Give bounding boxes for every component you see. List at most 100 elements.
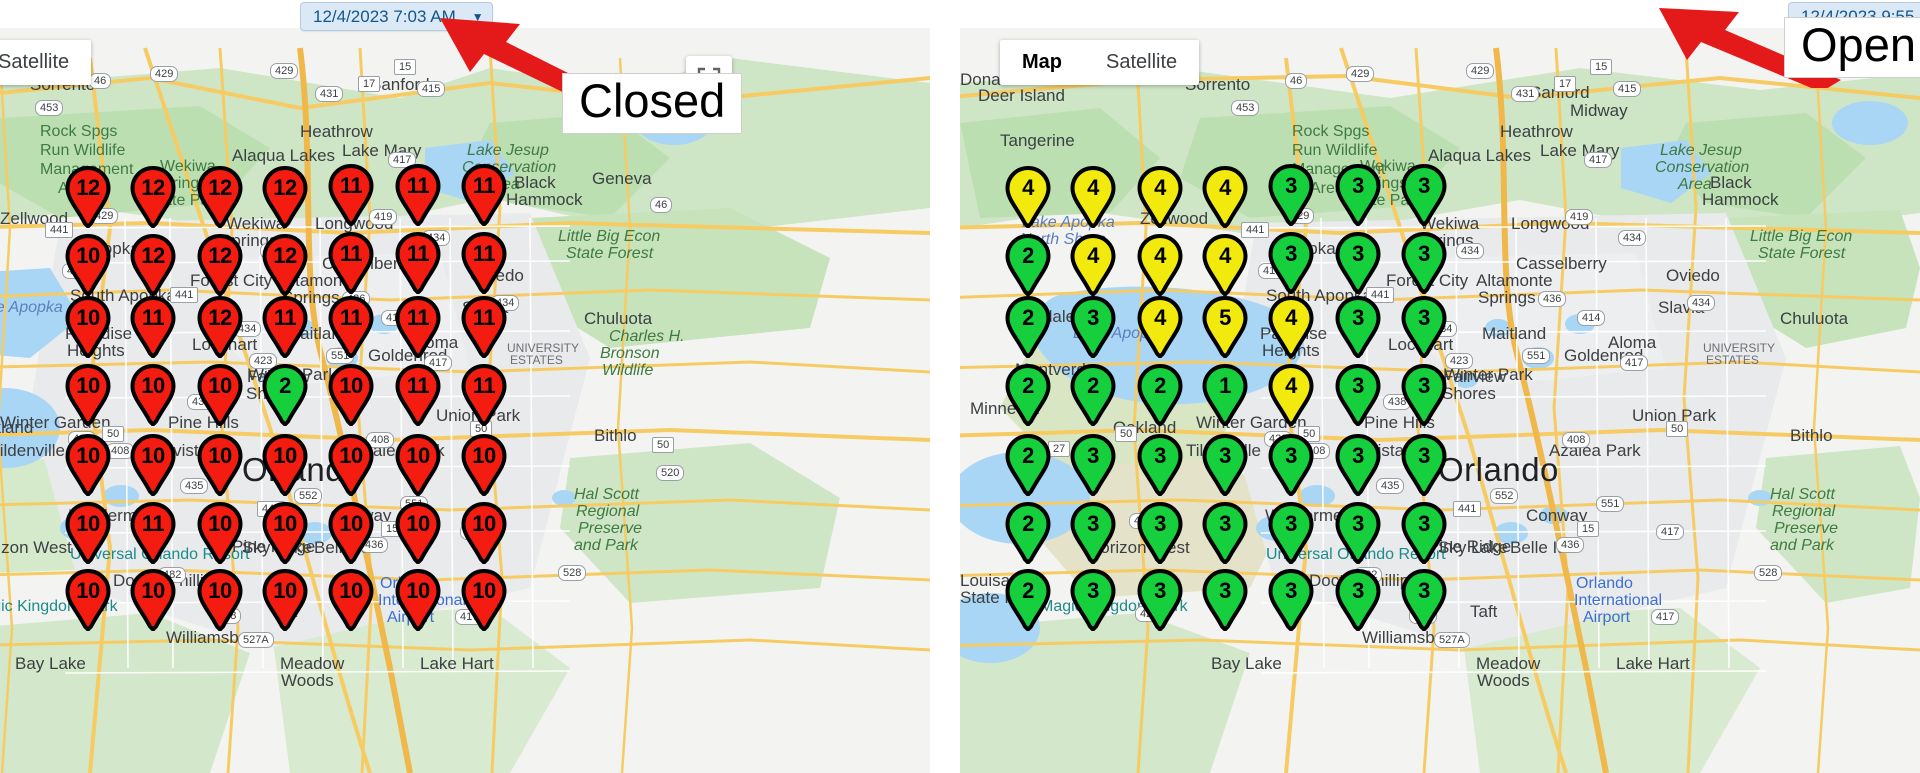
map-marker[interactable]: 4 [1137, 234, 1183, 296]
map-marker[interactable]: 4 [1137, 166, 1183, 228]
map-marker[interactable]: 11 [395, 296, 441, 358]
map-marker[interactable]: 3 [1137, 569, 1183, 631]
map-marker[interactable]: 3 [1070, 502, 1116, 564]
map-marker[interactable]: 3 [1401, 296, 1447, 358]
map-marker[interactable]: 10 [65, 502, 111, 564]
map-marker[interactable]: 2 [262, 364, 308, 426]
map-marker[interactable]: 10 [65, 296, 111, 358]
map-marker[interactable]: 11 [461, 232, 507, 294]
map-marker[interactable]: 10 [262, 569, 308, 631]
map-marker[interactable]: 11 [461, 164, 507, 226]
map-marker[interactable]: 10 [130, 434, 176, 496]
map-marker[interactable]: 12 [197, 234, 243, 296]
map-marker[interactable]: 4 [1202, 234, 1248, 296]
map-marker[interactable]: 3 [1268, 164, 1314, 226]
map-marker[interactable]: 12 [197, 166, 243, 228]
maptype-satellite-button-right[interactable]: Satellite [1084, 40, 1199, 85]
map-marker[interactable]: 3 [1268, 569, 1314, 631]
map-marker[interactable]: 3 [1335, 164, 1381, 226]
map-marker[interactable]: 10 [197, 502, 243, 564]
map-marker[interactable]: 10 [395, 569, 441, 631]
map-marker[interactable]: 3 [1268, 502, 1314, 564]
map-marker[interactable]: 12 [130, 166, 176, 228]
map-marker[interactable]: 2 [1137, 364, 1183, 426]
map-marker[interactable]: 10 [65, 569, 111, 631]
map-marker[interactable]: 3 [1202, 502, 1248, 564]
map-marker[interactable]: 10 [328, 364, 374, 426]
map-marker[interactable]: 11 [461, 296, 507, 358]
map-marker[interactable]: 10 [197, 569, 243, 631]
map-marker[interactable]: 11 [395, 232, 441, 294]
map-marker[interactable]: 10 [395, 434, 441, 496]
map-marker[interactable]: 11 [262, 296, 308, 358]
map-marker[interactable]: 10 [262, 502, 308, 564]
map-marker[interactable]: 12 [130, 234, 176, 296]
map-marker[interactable]: 12 [262, 166, 308, 228]
map-marker[interactable]: 2 [1005, 502, 1051, 564]
map-marker[interactable]: 11 [328, 164, 374, 226]
map-marker[interactable]: 3 [1202, 569, 1248, 631]
map-marker[interactable]: 10 [461, 569, 507, 631]
map-marker[interactable]: 3 [1335, 296, 1381, 358]
map-marker[interactable]: 4 [1137, 296, 1183, 358]
map-marker[interactable]: 12 [197, 296, 243, 358]
map-marker[interactable]: 10 [65, 234, 111, 296]
map-marker[interactable]: 2 [1005, 296, 1051, 358]
map-marker[interactable]: 3 [1335, 364, 1381, 426]
maptype-toggle-right[interactable]: Map Satellite [1000, 40, 1200, 85]
maptype-satellite-button-left[interactable]: Satellite [0, 40, 91, 85]
map-marker[interactable]: 4 [1268, 296, 1314, 358]
map-marker[interactable]: 3 [1401, 502, 1447, 564]
map-marker[interactable]: 3 [1070, 569, 1116, 631]
map-marker[interactable]: 5 [1202, 296, 1248, 358]
map-marker[interactable]: 3 [1137, 434, 1183, 496]
map-marker[interactable]: 3 [1070, 296, 1116, 358]
map-marker[interactable]: 3 [1335, 569, 1381, 631]
map-marker[interactable]: 3 [1335, 232, 1381, 294]
map-marker[interactable]: 10 [328, 434, 374, 496]
map-marker[interactable]: 3 [1401, 232, 1447, 294]
map-marker[interactable]: 3 [1268, 434, 1314, 496]
map-panel-open[interactable]: Map Satellite Dona VistaDeer IslandSorre… [960, 28, 1920, 773]
map-marker[interactable]: 2 [1005, 234, 1051, 296]
map-marker[interactable]: 11 [130, 296, 176, 358]
map-marker[interactable]: 11 [461, 364, 507, 426]
map-marker[interactable]: 4 [1268, 364, 1314, 426]
map-marker[interactable]: 11 [130, 502, 176, 564]
map-marker[interactable]: 3 [1137, 502, 1183, 564]
map-marker[interactable]: 2 [1005, 569, 1051, 631]
map-panel-closed[interactable]: Map Satellite SorrentoSanfordRock SpgsRu… [0, 28, 930, 773]
map-marker[interactable]: 3 [1401, 569, 1447, 631]
map-marker[interactable]: 11 [328, 232, 374, 294]
map-marker[interactable]: 3 [1070, 434, 1116, 496]
map-marker[interactable]: 10 [197, 434, 243, 496]
map-marker[interactable]: 3 [1401, 164, 1447, 226]
map-marker[interactable]: 10 [328, 502, 374, 564]
map-marker[interactable]: 3 [1268, 232, 1314, 294]
map-marker[interactable]: 10 [328, 569, 374, 631]
map-marker[interactable]: 11 [395, 364, 441, 426]
map-marker[interactable]: 10 [65, 434, 111, 496]
date-dropdown-left[interactable]: 12/4/2023 7:03 AM ▼ [300, 2, 493, 31]
map-marker[interactable]: 10 [130, 569, 176, 631]
map-marker[interactable]: 4 [1070, 234, 1116, 296]
map-marker[interactable]: 4 [1070, 166, 1116, 228]
map-marker[interactable]: 3 [1401, 364, 1447, 426]
map-marker[interactable]: 3 [1335, 502, 1381, 564]
map-marker[interactable]: 12 [262, 234, 308, 296]
map-marker[interactable]: 10 [262, 434, 308, 496]
map-marker[interactable]: 11 [328, 296, 374, 358]
map-marker[interactable]: 3 [1335, 434, 1381, 496]
map-marker[interactable]: 2 [1005, 434, 1051, 496]
map-marker[interactable]: 1 [1202, 364, 1248, 426]
map-marker[interactable]: 2 [1070, 364, 1116, 426]
map-marker[interactable]: 11 [395, 164, 441, 226]
map-marker[interactable]: 3 [1202, 434, 1248, 496]
map-marker[interactable]: 10 [395, 502, 441, 564]
map-marker[interactable]: 10 [197, 364, 243, 426]
map-marker[interactable]: 3 [1401, 434, 1447, 496]
map-marker[interactable]: 10 [130, 364, 176, 426]
map-marker[interactable]: 4 [1005, 166, 1051, 228]
map-marker[interactable]: 10 [461, 434, 507, 496]
map-marker[interactable]: 2 [1005, 364, 1051, 426]
